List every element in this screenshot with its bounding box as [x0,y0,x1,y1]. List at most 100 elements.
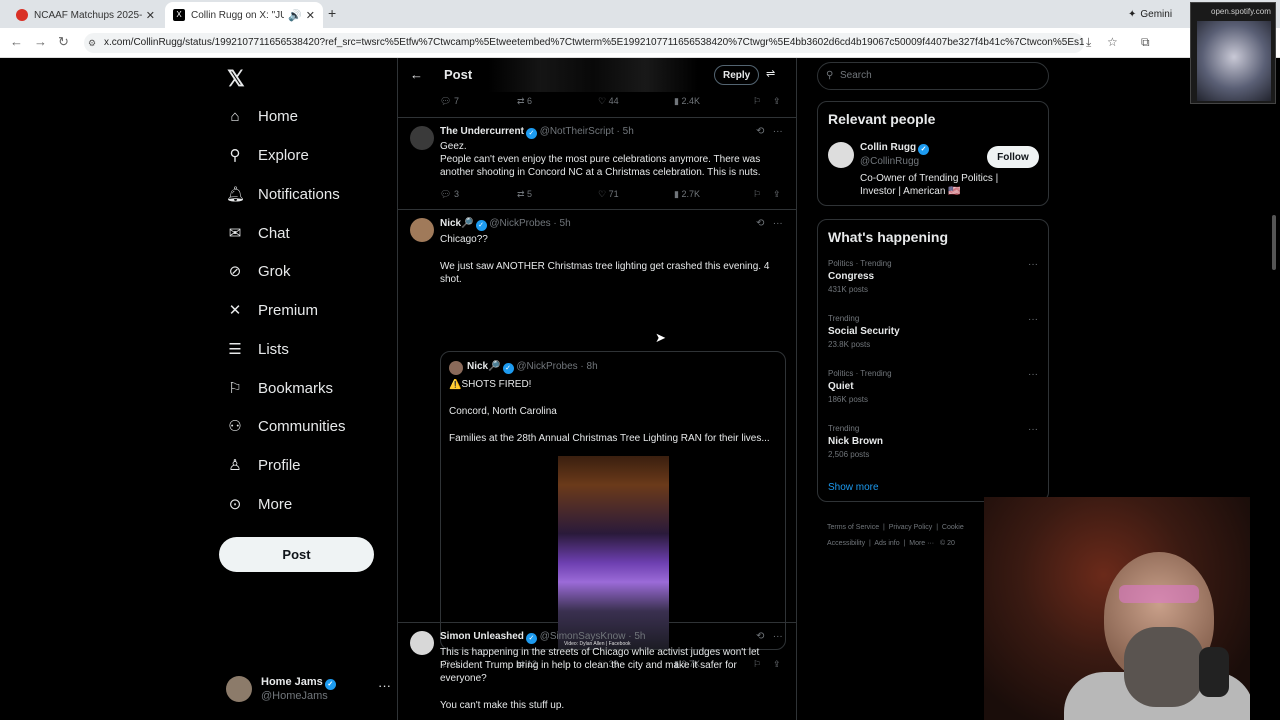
list-item[interactable]: Simon Unleashed ✓ @SimonSaysKnow · 5h ⟲ ·… [398,623,796,720]
nav-communities[interactable]: ⚇ Communities [226,411,345,441]
more-icon[interactable]: ··· [1028,314,1038,325]
nav-premium[interactable]: ✕ Premium [226,295,318,325]
reply-button[interactable]: Reply [714,65,760,85]
footer-link[interactable]: Cookie [942,524,964,531]
follow-button[interactable]: Follow [987,146,1039,168]
like-action[interactable]: ♡ 71 [598,189,619,200]
nav-notifications[interactable]: 🔔︎ Notifications [226,179,340,209]
new-tab-icon[interactable]: + [328,5,336,21]
views-action[interactable]: ▮ 2.4K [674,96,700,107]
nav-chat[interactable]: ✉ Chat [226,218,290,248]
footer-link[interactable]: Terms of Service [827,524,879,531]
reply-count: 3 [453,189,459,199]
avatar[interactable] [828,142,854,168]
nav-grok[interactable]: ⊘ Grok [226,256,291,286]
bookmark-icon[interactable]: ⚐ [753,189,761,200]
tab-ncaaf[interactable]: NCAAF Matchups 2025-2026 · ✕ [8,2,163,28]
nav-explore[interactable]: ⚲ Explore [226,140,309,170]
trend-posts: 2,506 posts [828,450,870,459]
author-handle[interactable]: @NickProbes [489,218,550,229]
post-time[interactable]: · 5h [628,631,645,642]
trend-posts: 23.8K posts [828,340,871,349]
more-icon[interactable]: ··· [773,631,783,642]
share-icon[interactable]: ⇪ [773,189,781,200]
author-handle[interactable]: @SimonSaysKnow [540,631,626,642]
nav-bookmarks[interactable]: ⚐ Bookmarks [226,373,333,403]
site-info-icon[interactable]: ⚙ [88,38,96,49]
video-thumbnail[interactable]: Video: Dylan Allen | Facebook [558,456,669,649]
trend-item[interactable]: Politics · Trending Congress 431K posts … [828,259,1038,303]
more-icon[interactable]: ··· [1028,424,1038,435]
footer-link[interactable]: Accessibility [827,540,865,547]
share-icon[interactable]: ⇪ [773,96,781,107]
back-arrow-icon[interactable]: ← [410,67,423,82]
views-count: 2.7K [681,189,700,199]
person-handle[interactable]: @CollinRugg [860,156,919,167]
show-more-link[interactable]: Show more [828,482,879,493]
more-icon[interactable]: ··· [773,218,783,229]
install-icon[interactable]: ⤓ [1086,35,1091,50]
like-action[interactable]: ♡ 44 [598,96,619,107]
author-handle[interactable]: @NotTheirScript [540,126,614,137]
more-dots-icon[interactable]: ··· [378,678,391,693]
tab-collin-rugg[interactable]: X Collin Rugg on X: "JUST IN: 🔊 ✕ [165,2,323,28]
search-input[interactable]: ⚲ Search [817,62,1049,90]
grok-icon[interactable]: ⟲ [756,218,764,229]
grok-icon[interactable]: ⟲ [756,631,764,642]
reply-action[interactable]: 💬︎ 3 [440,189,459,200]
scrollbar[interactable] [1272,215,1276,270]
close-tab-icon[interactable]: ✕ [306,9,315,22]
reply-count: 7 [453,96,459,106]
x-icon: ✕ [228,302,242,319]
views-action[interactable]: ▮ 2.7K [674,189,700,200]
footer-link[interactable]: Privacy Policy [889,524,933,531]
post-button[interactable]: Post [219,537,374,572]
more-icon[interactable]: ··· [1028,369,1038,380]
mini-player[interactable]: open.spotify.com [1190,2,1276,104]
nav-profile[interactable]: ♙ Profile [226,450,300,480]
quoted-post[interactable]: Nick🔎 ✓ @NickProbes · 8h ⚠️SHOTS FIRED! C… [440,351,786,650]
account-switcher[interactable]: Home Jams ✓ @HomeJams ··· [226,674,391,704]
address-bar-row: ← → ↻ x.com/CollinRugg/status/1992107711… [0,28,1280,58]
more-icon[interactable]: ··· [1028,259,1038,270]
list-item[interactable]: The Undercurrent ✓ @NotTheirScript · 5h ⟲… [398,118,796,210]
author-name[interactable]: The Undercurrent [440,126,524,137]
trend-item[interactable]: Trending Nick Brown 2,506 posts ··· [828,424,1038,468]
nav-more[interactable]: ⊙ More [226,489,292,519]
verified-icon: ✓ [324,679,336,690]
extensions-icon[interactable]: ⧉ [1141,35,1150,50]
footer-link[interactable]: Ads info [874,540,899,547]
url-field[interactable]: x.com/CollinRugg/status/1992107711656538… [84,33,1084,53]
author-name[interactable]: Simon Unleashed [440,631,524,642]
nav-lists[interactable]: ☰ Lists [226,334,289,364]
speaker-icon[interactable]: 🔊 [288,9,302,22]
repost-count: 5 [527,189,533,199]
post-time[interactable]: · 5h [617,126,634,137]
author-name[interactable]: Nick🔎 [440,218,474,229]
adjust-icon[interactable]: ⇌ [766,67,775,80]
person-icon: ♙ [228,457,242,474]
gemini-button[interactable]: ✦ Gemini [1120,5,1180,23]
x-logo-icon[interactable]: 𝕏 [227,66,245,92]
trend-item[interactable]: Politics · Trending Quiet 186K posts ··· [828,369,1038,413]
star-icon[interactable]: ☆ [1107,35,1118,49]
back-icon[interactable]: ← [10,34,23,49]
close-tab-icon[interactable]: ✕ [146,9,155,22]
person-name-row[interactable]: Collin Rugg ✓ [860,142,930,155]
list-item[interactable]: Nick🔎 ✓ @NickProbes · 5h ⟲ ··· Chicago?? … [398,210,796,669]
repost-action[interactable]: ⇄ 5 [517,189,532,200]
nav-home[interactable]: ⌂ Home [226,101,298,131]
trend-context: Trending [828,314,860,323]
bookmark-icon[interactable]: ⚐ [753,96,761,107]
reply-action[interactable]: 💬︎ 7 [440,96,459,107]
grok-icon[interactable]: ⟲ [756,126,764,137]
footer-link[interactable]: More ··· [909,540,934,547]
card-title: What's happening [828,229,948,245]
more-icon[interactable]: ··· [773,126,783,137]
trend-context: Trending [828,424,860,433]
post-time[interactable]: · 5h [553,218,570,229]
repost-action[interactable]: ⇄ 6 [517,96,532,107]
trend-item[interactable]: Trending Social Security 23.8K posts ··· [828,314,1038,358]
reload-icon[interactable]: ↻ [58,34,69,50]
forward-icon[interactable]: → [34,34,47,49]
